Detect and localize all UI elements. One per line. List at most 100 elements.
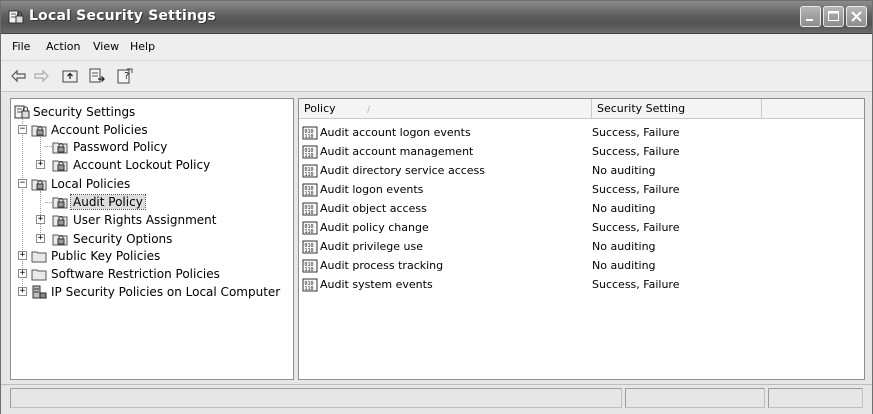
tree-label: IP Security Policies on Local Computer [51,285,281,299]
status-pane [768,388,863,408]
tree-node-security-settings[interactable]: Security Settings [13,103,283,121]
title-bar[interactable]: Local Security Settings [1,1,872,34]
status-bar [1,384,872,414]
policy-folder-icon [52,160,68,172]
menu-view[interactable]: View [93,40,119,53]
policy-setting-icon: 010110 [302,259,318,273]
table-row[interactable]: 010 110 Audit object access No auditing [299,199,864,218]
policy-name: Audit account logon events [320,126,471,139]
tree-label: Security Options [73,232,173,246]
maximize-button[interactable] [823,6,844,27]
policy-setting-icon: 010110 [302,221,318,235]
tree-label: Audit Policy [70,194,146,210]
policy-setting: Success, Failure [592,145,680,158]
svg-text:?: ? [124,71,129,82]
toolbar: ? [1,61,872,92]
table-row[interactable]: 010 110 Audit directory service access No… [299,161,864,180]
expand-toggle[interactable]: + [18,268,27,278]
policy-setting-icon: 010110 [302,126,318,140]
column-header-security-setting[interactable]: Security Setting [592,99,762,118]
back-arrow-icon[interactable] [10,67,28,85]
svg-text:110: 110 [305,172,314,178]
minimize-button[interactable] [800,6,821,27]
expand-toggle[interactable]: + [18,250,27,260]
policy-setting: Success, Failure [592,278,680,291]
policy-setting-icon: 010110 [302,145,318,159]
policy-setting: Success, Failure [592,221,680,234]
expand-toggle[interactable]: + [36,214,45,224]
export-list-icon[interactable] [88,67,106,85]
policy-name: Audit directory service access [320,164,486,177]
tree-node-audit-policy[interactable]: Audit Policy [52,193,282,211]
table-row[interactable]: 010 110 Audit process tracking No auditin… [299,256,864,275]
forward-arrow-icon[interactable] [32,67,50,85]
policy-setting: Success, Failure [592,183,680,196]
policy-setting-icon: 010110 [302,202,318,216]
tree-node-password-policy[interactable]: Password Policy [52,138,282,156]
policy-folder-icon [52,142,68,154]
status-pane-main [10,388,622,408]
expand-toggle[interactable]: + [36,233,45,243]
tree-node-local-policies[interactable]: − Local Policies [17,175,287,193]
policy-folder-icon [52,234,68,246]
policy-name: Audit privilege use [320,240,424,253]
column-header-policy[interactable]: Policy / [299,99,592,118]
network-computer-icon [32,285,47,299]
policy-name: Audit process tracking [320,259,444,272]
policy-name: Audit account management [320,145,474,158]
table-row[interactable]: 010 110 Audit account management Success,… [299,142,864,161]
help-icon[interactable]: ? [116,67,134,85]
policy-name: Audit logon events [320,183,424,196]
collapse-toggle[interactable]: − [18,124,27,134]
table-row[interactable]: 010 110 Audit privilege use No auditing [299,237,864,256]
table-row[interactable]: 010 110 Audit account logon events Succes… [299,123,864,142]
menu-action[interactable]: Action [46,40,80,53]
tree-node-security-options[interactable]: + Security Options [35,230,285,248]
svg-text:110: 110 [305,191,314,197]
tree-pane[interactable]: Security Settings − Account Policies Pas… [10,98,294,380]
policy-setting-icon: 010110 [302,164,318,178]
policy-name: Audit system events [320,278,433,291]
maximize-icon [828,11,839,21]
policy-folder-icon [52,197,68,209]
expand-toggle[interactable]: + [18,286,27,296]
up-folder-icon[interactable] [61,67,79,85]
policy-setting-icon: 010110 [302,240,318,254]
policy-setting: No auditing [592,259,656,272]
tree-label: Account Lockout Policy [73,158,211,172]
column-header-label: Policy [304,102,336,115]
policy-setting-icon: 010110 [302,278,318,292]
tree-node-account-policies[interactable]: − Account Policies [17,121,287,139]
tree-node-public-key-policies[interactable]: + Public Key Policies [17,247,287,265]
svg-text:110: 110 [305,210,314,216]
column-header-label: Security Setting [597,102,686,115]
column-header-empty [762,99,864,118]
svg-text:110: 110 [305,286,314,292]
policy-setting: Success, Failure [592,126,680,139]
security-settings-icon [14,105,30,119]
tree-label: Password Policy [73,140,168,154]
tree-node-user-rights-assignment[interactable]: + User Rights Assignment [35,211,285,229]
table-row[interactable]: 010 110 Audit logon events Success, Failu… [299,180,864,199]
tree-node-ip-security-policies[interactable]: + IP Security Policies on Local Computer [17,283,292,301]
list-header: Policy / Security Setting [299,99,864,119]
table-row[interactable]: 010 110 Audit policy change Success, Fail… [299,218,864,237]
policy-list-pane[interactable]: Policy / Security Setting 010 110 Audit a… [298,98,865,380]
menu-help[interactable]: Help [130,40,155,53]
table-row[interactable]: 010 110 Audit system events Success, Fail… [299,275,864,294]
policy-name: Audit policy change [320,221,429,234]
collapse-toggle[interactable]: − [18,178,27,188]
svg-text:110: 110 [305,248,314,254]
tree-node-software-restriction-policies[interactable]: + Software Restriction Policies [17,265,292,283]
local-security-settings-window: Local Security Settings File Action View… [0,0,873,414]
folder-icon [31,269,47,281]
policy-folder-icon [52,215,68,227]
expand-toggle[interactable]: + [36,159,45,169]
close-button[interactable] [846,6,867,27]
policy-folder-icon [31,125,47,137]
tree-node-account-lockout-policy[interactable]: + Account Lockout Policy [35,156,285,174]
svg-text:110: 110 [305,267,314,273]
policy-setting-icon: 010110 [302,183,318,197]
menu-file[interactable]: File [12,40,30,53]
policy-setting: No auditing [592,240,656,253]
